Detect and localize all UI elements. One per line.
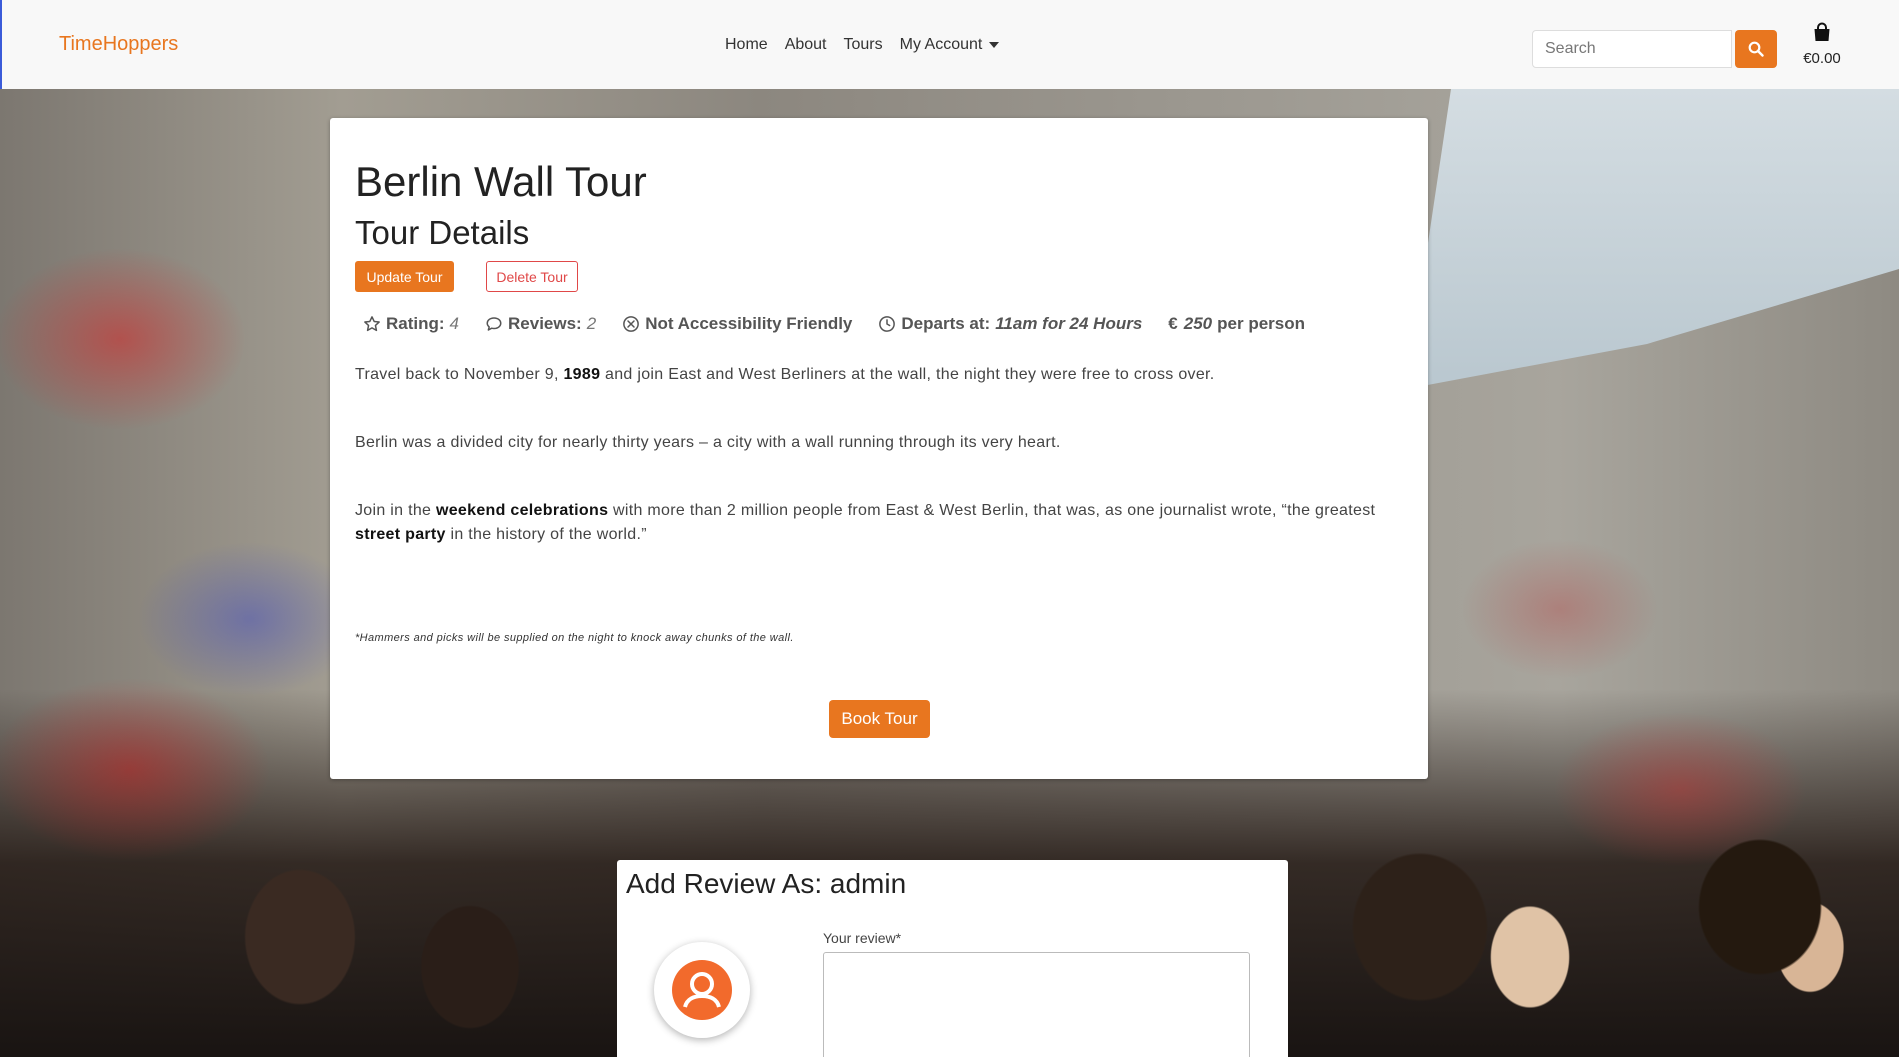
tour-title: Berlin Wall Tour <box>355 158 647 205</box>
nav-my-account-dropdown[interactable]: My Account <box>900 36 1000 54</box>
rating-value: 4 <box>449 314 460 333</box>
rating-meta: Rating: 4 <box>363 314 459 334</box>
add-review-card: Add Review As: admin Your review* <box>617 860 1288 1057</box>
search-icon <box>1748 41 1764 57</box>
para3-text-e: in the history of the world.” <box>445 526 647 543</box>
tour-description-paragraph-3: Join in the weekend celebrations with mo… <box>355 499 1405 547</box>
para3-bold-celebrations: weekend celebrations <box>435 502 609 519</box>
shopping-bag-icon <box>1814 22 1830 41</box>
search-button[interactable] <box>1735 30 1777 68</box>
price-meta: € 250 per person <box>1168 314 1305 334</box>
nav-about-link[interactable]: About <box>785 36 827 54</box>
para3-bold-street-party: street party <box>355 526 446 543</box>
brand-logo[interactable]: TimeHoppers <box>59 33 178 56</box>
review-field-label: Your review* <box>823 930 902 946</box>
cart-total: €0.00 <box>1803 50 1841 67</box>
departure-meta: Departs at: 11am for 24 Hours <box>878 314 1142 334</box>
clock-icon <box>879 316 896 332</box>
para3-text-a: Join in the <box>355 502 436 519</box>
rating-label: Rating: <box>386 314 445 333</box>
accessibility-text: Not Accessibility Friendly <box>645 314 853 333</box>
user-avatar-icon <box>672 960 732 1020</box>
accessibility-meta: Not Accessibility Friendly <box>622 314 852 334</box>
chat-bubble-icon <box>486 317 502 331</box>
tour-details-card: Berlin Wall Tour Tour Details Update Tou… <box>330 118 1428 779</box>
price-value: 250 <box>1183 314 1213 333</box>
para1-year: 1989 <box>563 366 601 383</box>
star-icon <box>364 316 380 332</box>
chevron-down-icon <box>989 41 1000 48</box>
delete-tour-button[interactable]: Delete Tour <box>486 261 578 292</box>
tour-footnote: *Hammers and picks will be supplied on t… <box>355 632 794 644</box>
departs-value: 11am for 24 Hours <box>995 314 1143 333</box>
reviews-label: Reviews: <box>508 314 582 333</box>
departs-label: Departs at: <box>901 314 991 333</box>
nav-links: Home About Tours My Account <box>725 36 1000 54</box>
tour-meta-row: Rating: 4 Reviews: 2 Not Accessibility F… <box>363 314 1331 334</box>
tour-subtitle: Tour Details <box>355 214 530 251</box>
nav-home-link[interactable]: Home <box>725 36 768 54</box>
cart-link[interactable]: €0.00 <box>1800 22 1844 67</box>
nav-my-account-label: My Account <box>899 36 983 53</box>
para3-text-c: with more than 2 million people from Eas… <box>608 502 1376 519</box>
para1-text-c: and join East and West Berliners at the … <box>600 366 1215 383</box>
tour-description-paragraph-1: Travel back to November 9, 1989 and join… <box>355 363 1405 387</box>
review-textarea[interactable] <box>823 952 1250 1057</box>
navbar: TimeHoppers Home About Tours My Account … <box>0 0 1899 89</box>
reviews-value: 2 <box>586 314 597 333</box>
add-review-title: Add Review As: admin <box>626 868 907 899</box>
para1-text-a: Travel back to November 9, <box>355 366 564 383</box>
avatar <box>654 942 750 1038</box>
nav-tours-link[interactable]: Tours <box>844 36 883 54</box>
x-circle-icon <box>623 316 640 332</box>
update-tour-button[interactable]: Update Tour <box>355 261 454 292</box>
reviews-meta: Reviews: 2 <box>485 314 596 334</box>
search-input[interactable] <box>1532 30 1732 68</box>
tour-description-paragraph-2: Berlin was a divided city for nearly thi… <box>355 434 1061 451</box>
euro-icon: € <box>1168 314 1178 333</box>
price-unit: per person <box>1217 314 1305 333</box>
book-tour-button[interactable]: Book Tour <box>829 700 930 738</box>
